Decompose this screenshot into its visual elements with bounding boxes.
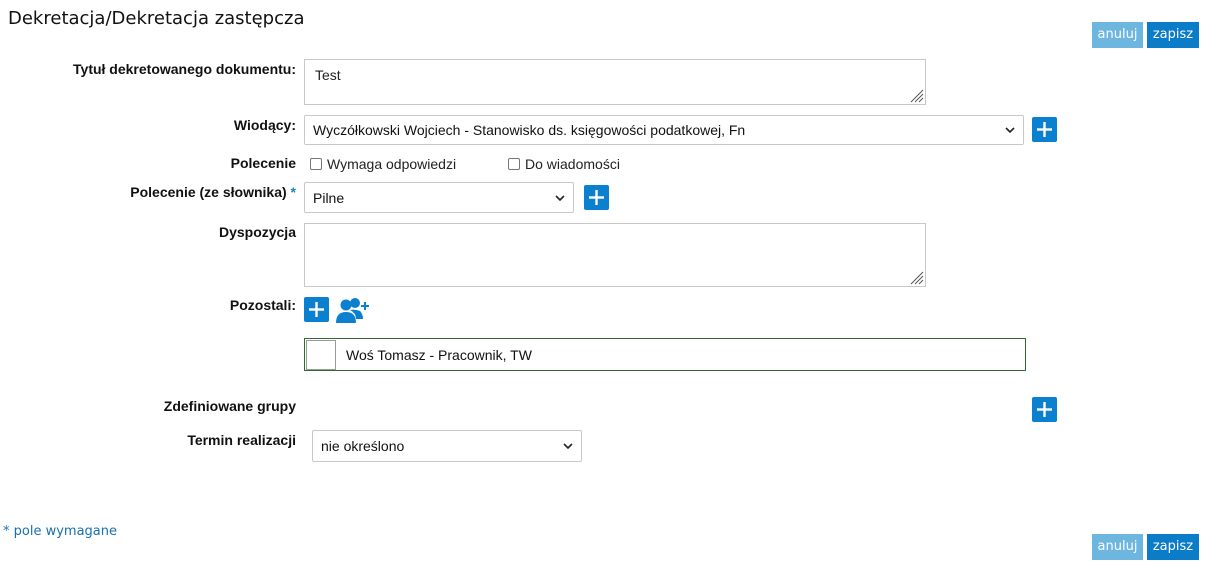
others-label: Pozostali: <box>229 297 296 313</box>
save-button-bottom[interactable]: zapisz <box>1147 534 1199 560</box>
command-label: Polecenie <box>230 155 296 171</box>
dict-command-select[interactable]: Pilne <box>304 182 574 213</box>
add-lead-button[interactable] <box>1032 117 1057 142</box>
groups-label: Zdefiniowane grupy <box>163 398 296 414</box>
for-info-checkbox[interactable]: Do wiadomości <box>508 156 620 172</box>
disposition-textarea[interactable] <box>304 223 926 287</box>
deadline-value: nie określono <box>321 438 405 454</box>
plus-icon <box>309 302 324 317</box>
list-item[interactable]: Woś Tomasz - Pracownik, TW <box>304 338 1026 371</box>
lead-select[interactable]: Wyczółkowski Wojciech - Stanowisko ds. k… <box>304 115 1024 145</box>
disposition-label: Dyspozycja <box>218 224 296 240</box>
add-others-button[interactable] <box>304 297 329 322</box>
add-user-group-icon[interactable] <box>336 297 370 324</box>
lead-label: Wiodący: <box>233 117 296 133</box>
person-select-checkbox[interactable] <box>306 339 336 370</box>
document-title-label: Tytuł dekretowanego dokumentu: <box>73 61 296 77</box>
checkbox-box[interactable] <box>310 158 322 170</box>
dict-command-value: Pilne <box>313 189 345 206</box>
required-field-note: * pole wymagane <box>3 524 117 539</box>
person-name: Woś Tomasz - Pracownik, TW <box>346 346 532 363</box>
dict-command-label-text: Polecenie (ze słownika) <box>130 184 287 200</box>
plus-icon <box>589 190 604 205</box>
plus-icon <box>1037 402 1052 417</box>
chevron-down-icon <box>1005 127 1015 134</box>
resize-grip-icon[interactable] <box>908 87 924 103</box>
requires-response-label: Wymaga odpowiedzi <box>327 156 457 172</box>
add-group-button[interactable] <box>1032 397 1057 422</box>
cancel-button-top[interactable]: anuluj <box>1092 22 1143 48</box>
save-button-top[interactable]: zapisz <box>1147 22 1199 48</box>
document-title-value: Test <box>315 67 341 83</box>
for-info-label: Do wiadomości <box>525 156 620 172</box>
required-marker: * <box>290 184 296 200</box>
chevron-down-icon <box>563 443 573 450</box>
lead-select-value: Wyczółkowski Wojciech - Stanowisko ds. k… <box>313 122 746 138</box>
resize-grip-icon[interactable] <box>908 269 924 285</box>
deadline-select[interactable]: nie określono <box>312 430 582 462</box>
deadline-label: Termin realizacji <box>187 432 296 448</box>
dict-command-label: Polecenie (ze słownika) * <box>130 184 296 200</box>
chevron-down-icon <box>555 194 565 201</box>
checkbox-box[interactable] <box>508 158 520 170</box>
add-dict-command-button[interactable] <box>584 185 609 210</box>
page-title: Dekretacja/Dekretacja zastępcza <box>8 8 305 29</box>
requires-response-checkbox[interactable]: Wymaga odpowiedzi <box>310 156 456 172</box>
plus-icon <box>1037 122 1052 137</box>
document-title-textarea[interactable]: Test <box>304 59 926 105</box>
cancel-button-bottom[interactable]: anuluj <box>1092 534 1143 560</box>
